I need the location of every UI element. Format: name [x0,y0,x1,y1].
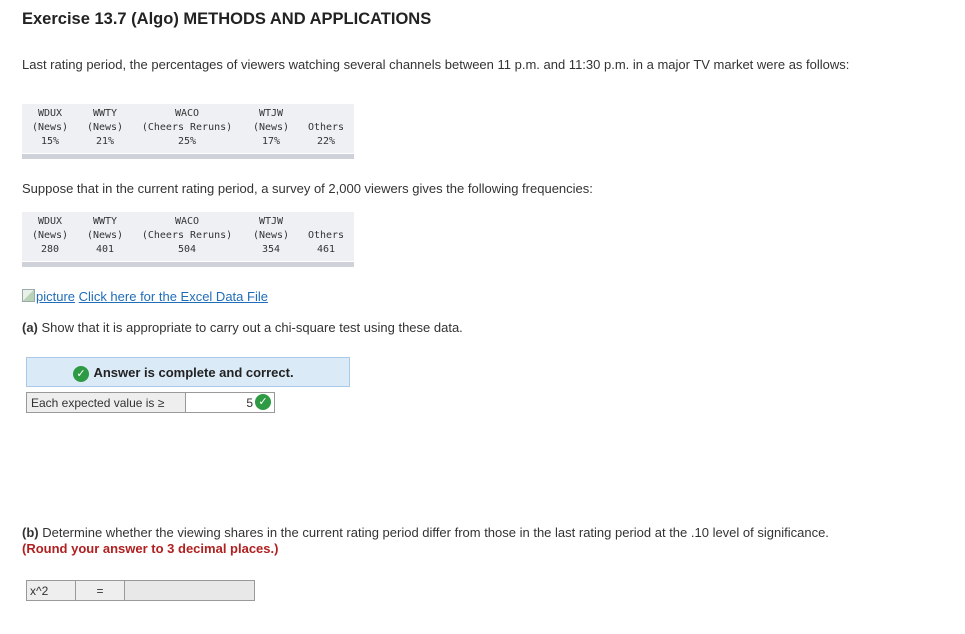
part-b-text: Determine whether the viewing shares in … [38,525,829,540]
t1-channel-3: WACO [174,108,200,119]
last-period-table: WDUX WWTY WACO WTJW (News) (News) (Cheer… [22,104,354,153]
t1-value-1: 15% [40,136,60,147]
chi-square-label-cell: x^2 [26,580,76,601]
current-period-table: WDUX WWTY WACO WTJW (News) (News) (Cheer… [22,212,354,261]
chi-square-equals: = [96,584,104,598]
t1-type-5: Others [307,122,345,133]
excel-link-alt[interactable]: picture [36,289,75,304]
t1-type-4: (News) [252,122,290,133]
answer-status-banner: ✓ Answer is complete and correct. [26,357,350,387]
part-b-label: (b) [22,525,39,540]
t1-value-3: 25% [177,136,197,147]
survey-text: Suppose that in the current rating perio… [22,181,593,196]
expected-value: 5 [246,396,253,410]
t1-channel-2: WWTY [92,108,118,119]
t2-channel-3: WACO [174,216,200,227]
broken-image-icon [22,289,35,302]
expected-value-label-cell: Each expected value is ≥ [26,392,186,413]
expected-value-check-icon: ✓ [255,394,271,410]
t1-type-1: (News) [31,122,69,133]
t2-type-5: Others [307,230,345,241]
t2-value-5: 461 [316,244,336,255]
t2-value-1: 280 [40,244,60,255]
t2-type-2: (News) [86,230,124,241]
t1-value-5: 22% [316,136,336,147]
table2-divider [22,262,354,267]
excel-link-label[interactable]: Click here for the Excel Data File [79,289,268,304]
correct-check-icon: ✓ [73,366,89,382]
answer-status-text: Answer is complete and correct. [93,365,294,380]
intro-text: Last rating period, the percentages of v… [22,57,850,72]
t1-value-4: 17% [261,136,281,147]
t1-value-2: 21% [95,136,115,147]
t2-type-4: (News) [252,230,290,241]
t1-type-3: (Cheers Reruns) [141,122,233,133]
t2-value-2: 401 [95,244,115,255]
exercise-title: Exercise 13.7 (Algo) METHODS AND APPLICA… [22,10,432,28]
expected-value-label: Each expected value is ≥ [31,396,165,410]
t2-type-3: (Cheers Reruns) [141,230,233,241]
t2-channel-4: WTJW [258,216,284,227]
part-a-label: (a) [22,320,38,335]
part-a-text: Show that it is appropriate to carry out… [37,320,463,335]
part-b-question: (b) Determine whether the viewing shares… [22,525,852,557]
chi-square-equals-cell: = [75,580,125,601]
excel-data-link[interactable]: picture Click here for the Excel Data Fi… [22,289,268,305]
t2-type-1: (News) [31,230,69,241]
chi-square-input[interactable] [124,580,255,601]
t1-channel-4: WTJW [258,108,284,119]
t2-value-4: 354 [261,244,281,255]
t1-type-2: (News) [86,122,124,133]
part-a-question: (a) Show that it is appropriate to carry… [22,320,463,336]
expected-value-field[interactable]: 5 ✓ [185,392,275,413]
chi-square-label: x^2 [30,584,49,598]
t2-channel-1: WDUX [37,216,63,227]
t2-value-3: 504 [177,244,197,255]
table1-divider [22,154,354,159]
t1-channel-1: WDUX [37,108,63,119]
part-b-emphasis: (Round your answer to 3 decimal places.) [22,541,279,556]
t2-channel-2: WWTY [92,216,118,227]
